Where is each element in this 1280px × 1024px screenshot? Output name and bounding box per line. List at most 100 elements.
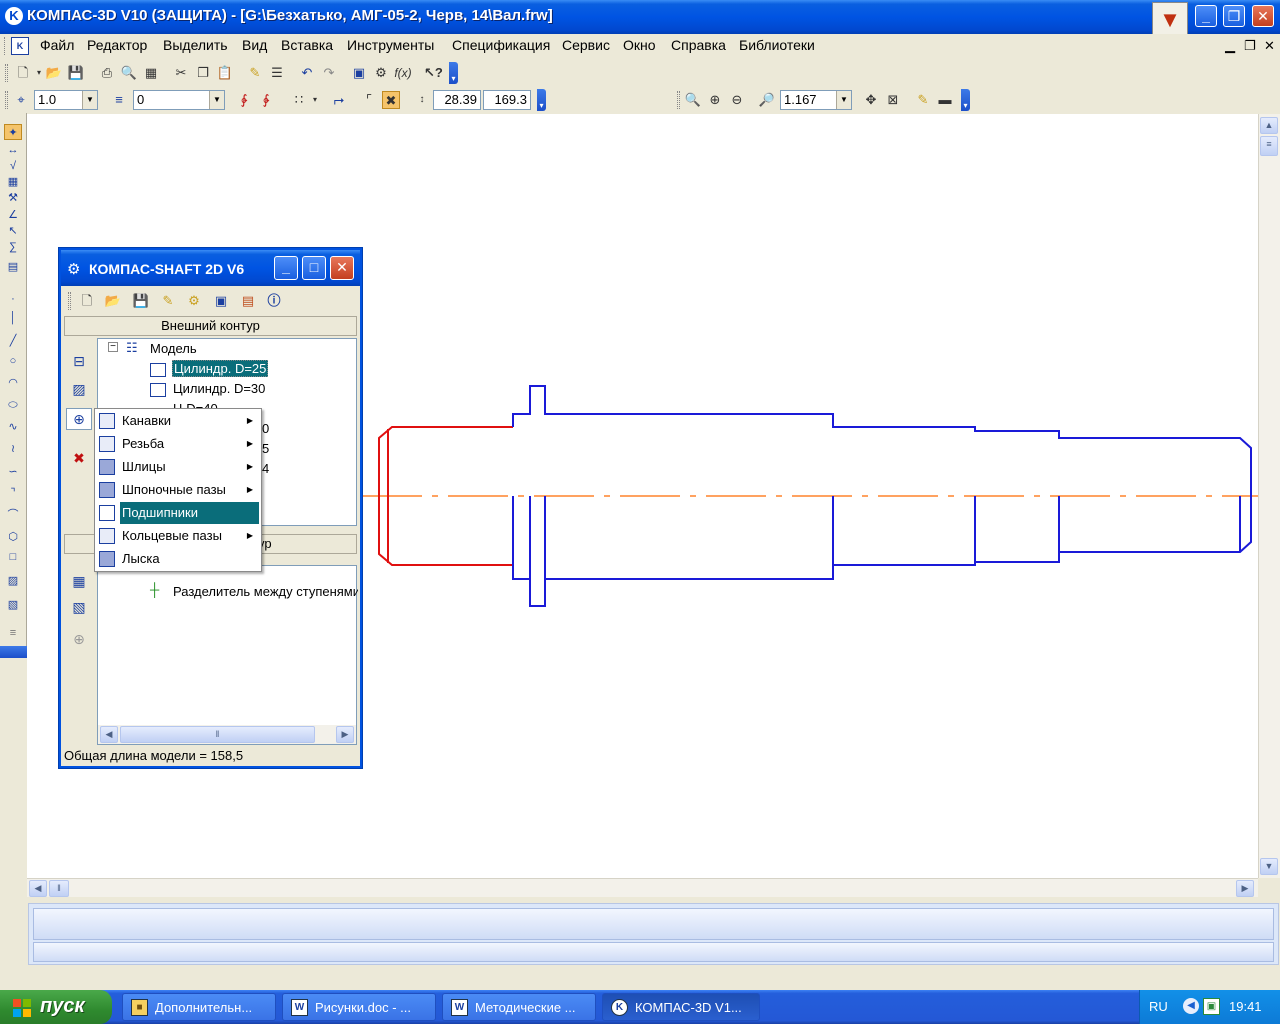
language-indicator[interactable]: RU <box>1149 999 1168 1014</box>
scroll-thumb[interactable]: ‖ <box>49 880 69 897</box>
open-folder-icon[interactable]: 📂 <box>45 64 63 82</box>
menu-insert[interactable]: Вставка <box>281 37 333 53</box>
paste-icon[interactable]: 📋 <box>216 64 234 82</box>
menu-item-bearings[interactable]: Подшипники <box>97 502 261 524</box>
hatch-icon[interactable]: ▨ <box>4 573 22 589</box>
calculation-icon[interactable]: ▤ <box>239 292 257 310</box>
show-all-icon[interactable]: ⊠ <box>884 91 902 109</box>
shaft-minimize-button[interactable]: _ <box>274 256 298 280</box>
menu-libraries[interactable]: Библиотеки <box>739 37 815 53</box>
zoom-window-icon[interactable]: 🔍 <box>684 91 702 109</box>
toolbar-grip[interactable] <box>5 64 8 82</box>
select-panel-icon[interactable]: ↖ <box>4 223 22 239</box>
start-button[interactable]: пуск <box>0 990 112 1024</box>
redo-icon[interactable]: ↷ <box>320 64 338 82</box>
mdi-minimize-icon[interactable]: ▁ <box>1225 38 1235 54</box>
display-mode-icon[interactable]: ▬ <box>936 91 954 109</box>
document-manager-icon[interactable]: ▦ <box>142 64 160 82</box>
menu-specification[interactable]: Спецификация <box>452 37 550 53</box>
chevron-down-icon[interactable]: ▼ <box>209 91 224 109</box>
tree-item-partial[interactable]: 0 <box>262 421 269 436</box>
inner-contour-tree[interactable]: ┼ Разделитель между ступенями ◀ ‖ ▶ <box>97 565 358 745</box>
cut-icon[interactable]: ✂ <box>172 64 190 82</box>
shaft-title-bar[interactable]: ⚙ КОМПАС-SHAFT 2D V6 _ □ ✕ <box>61 250 360 286</box>
cylinder-step-icon[interactable]: ⊟ <box>66 350 92 372</box>
new-model-icon[interactable]: 🗋 <box>78 292 96 310</box>
outer-contour-header[interactable]: Внешний контур <box>64 316 357 336</box>
step-field[interactable]: 1.0 ▼ <box>34 90 98 110</box>
manager-icon[interactable]: ▣ <box>350 64 368 82</box>
info-icon[interactable]: ⓘ <box>265 292 283 310</box>
measure-panel-icon[interactable]: ∠ <box>4 207 22 223</box>
tree-hscrollbar[interactable]: ◀ ‖ ▶ <box>98 725 356 744</box>
layers-icon[interactable]: ≡ <box>110 91 128 109</box>
ellipse-icon[interactable]: ⬭ <box>4 397 22 413</box>
expand-panel-icon[interactable]: ▼ <box>1152 2 1188 38</box>
macro-icon[interactable]: ≡ <box>4 625 22 641</box>
local-snap-icon[interactable]: ∳ <box>257 91 275 109</box>
editing-panel-icon[interactable]: ▦ <box>4 174 22 190</box>
menu-view[interactable]: Вид <box>242 37 267 53</box>
toolbar-options-icon[interactable]: ▾ <box>449 62 458 84</box>
round-snap-icon[interactable]: ✖ <box>382 91 400 109</box>
tray-expand-icon[interactable]: ◀ <box>1183 998 1199 1014</box>
tree-item-separator[interactable]: Разделитель между ступенями <box>173 584 358 599</box>
kompas-app-icon[interactable]: K <box>5 7 23 25</box>
mdi-close-icon[interactable]: ✕ <box>1264 38 1275 54</box>
tree-item-cylinder-d30[interactable]: Цилиндр. D=30 <box>173 381 265 396</box>
task-button-active[interactable]: K КОМПАС-3D V1... <box>602 993 760 1021</box>
designations-panel-icon[interactable]: √ <box>4 158 22 174</box>
spec-panel-icon[interactable]: ∑ <box>4 239 22 255</box>
inner-element-icon[interactable]: ⊕ <box>66 628 92 650</box>
maximize-button[interactable]: ❐ <box>1223 5 1245 27</box>
grid-dropdown-icon[interactable]: ▾ <box>306 91 324 109</box>
zoom-scale-icon[interactable]: 🔎 <box>758 91 776 109</box>
circle-icon[interactable]: ○ <box>4 353 22 369</box>
scroll-right-icon[interactable]: ▶ <box>1236 880 1254 897</box>
open-model-icon[interactable]: 📂 <box>104 292 122 310</box>
close-button[interactable]: ✕ <box>1252 5 1274 27</box>
scroll-thumb[interactable]: ‖ <box>120 726 315 743</box>
edit-model-icon[interactable]: ✎ <box>159 292 177 310</box>
menu-help[interactable]: Справка <box>671 37 726 53</box>
menu-item-flat[interactable]: Лыска <box>97 548 261 570</box>
parametrization-panel-icon[interactable]: ⚒ <box>4 190 22 206</box>
layer-field[interactable]: 0 ▼ <box>133 90 225 110</box>
document-icon[interactable]: K <box>11 37 29 55</box>
menu-item-splines[interactable]: Шлицы ▶ <box>97 456 261 478</box>
save-model-icon[interactable]: 💾 <box>132 292 150 310</box>
toolbar-grip[interactable] <box>5 91 8 109</box>
step-cursor-icon[interactable]: ⌖ <box>12 91 30 109</box>
contour-icon[interactable]: ▧ <box>4 597 22 613</box>
vertical-scrollbar[interactable]: ▲ ≡ ▼ <box>1258 114 1280 878</box>
reports-panel-icon[interactable]: ▤ <box>4 259 22 275</box>
curve-icon[interactable]: ∽ <box>4 464 22 480</box>
scroll-up-icon[interactable]: ▲ <box>1260 117 1278 134</box>
tree-item-partial[interactable]: 5 <box>262 441 269 456</box>
shaft-maximize-button[interactable]: □ <box>302 256 326 280</box>
print-icon[interactable]: ⎙ <box>98 64 116 82</box>
menu-select[interactable]: Выделить <box>163 37 228 53</box>
menu-item-keyways[interactable]: Шпоночные пазы ▶ <box>97 479 261 501</box>
list-icon[interactable]: ☰ <box>268 64 286 82</box>
generate-icon[interactable]: ▣ <box>212 292 230 310</box>
library-manager-icon[interactable]: ⚙ <box>372 64 390 82</box>
menu-item-grooves[interactable]: Канавки ▶ <box>97 410 261 432</box>
refresh-brush-icon[interactable]: ✎ <box>914 91 932 109</box>
polyline-icon[interactable]: ≀ <box>4 441 22 457</box>
delete-element-icon[interactable]: ✖ <box>66 447 92 469</box>
auxiliary-line-icon[interactable]: │ <box>4 310 22 326</box>
local-cs-icon[interactable]: ⮣ <box>330 91 348 109</box>
save-icon[interactable]: 💾 <box>67 64 85 82</box>
tree-item-partial[interactable]: 4 <box>262 461 269 476</box>
chamfer-icon[interactable]: ⌝ <box>4 485 22 501</box>
menu-file[interactable]: Файл <box>40 37 74 53</box>
dimensions-panel-icon[interactable]: ↔ <box>4 142 22 158</box>
collapse-icon[interactable]: − <box>108 342 118 352</box>
menu-item-ring-grooves[interactable]: Кольцевые пазы ▶ <box>97 525 261 547</box>
toolbar-options-icon[interactable]: ▾ <box>961 89 970 111</box>
add-element-icon[interactable]: ⊕ <box>66 408 92 430</box>
arc-icon[interactable]: ◠ <box>4 375 22 391</box>
zoom-out-icon[interactable]: ⊖ <box>728 91 746 109</box>
inner-cone-icon[interactable]: ▧ <box>66 596 92 618</box>
